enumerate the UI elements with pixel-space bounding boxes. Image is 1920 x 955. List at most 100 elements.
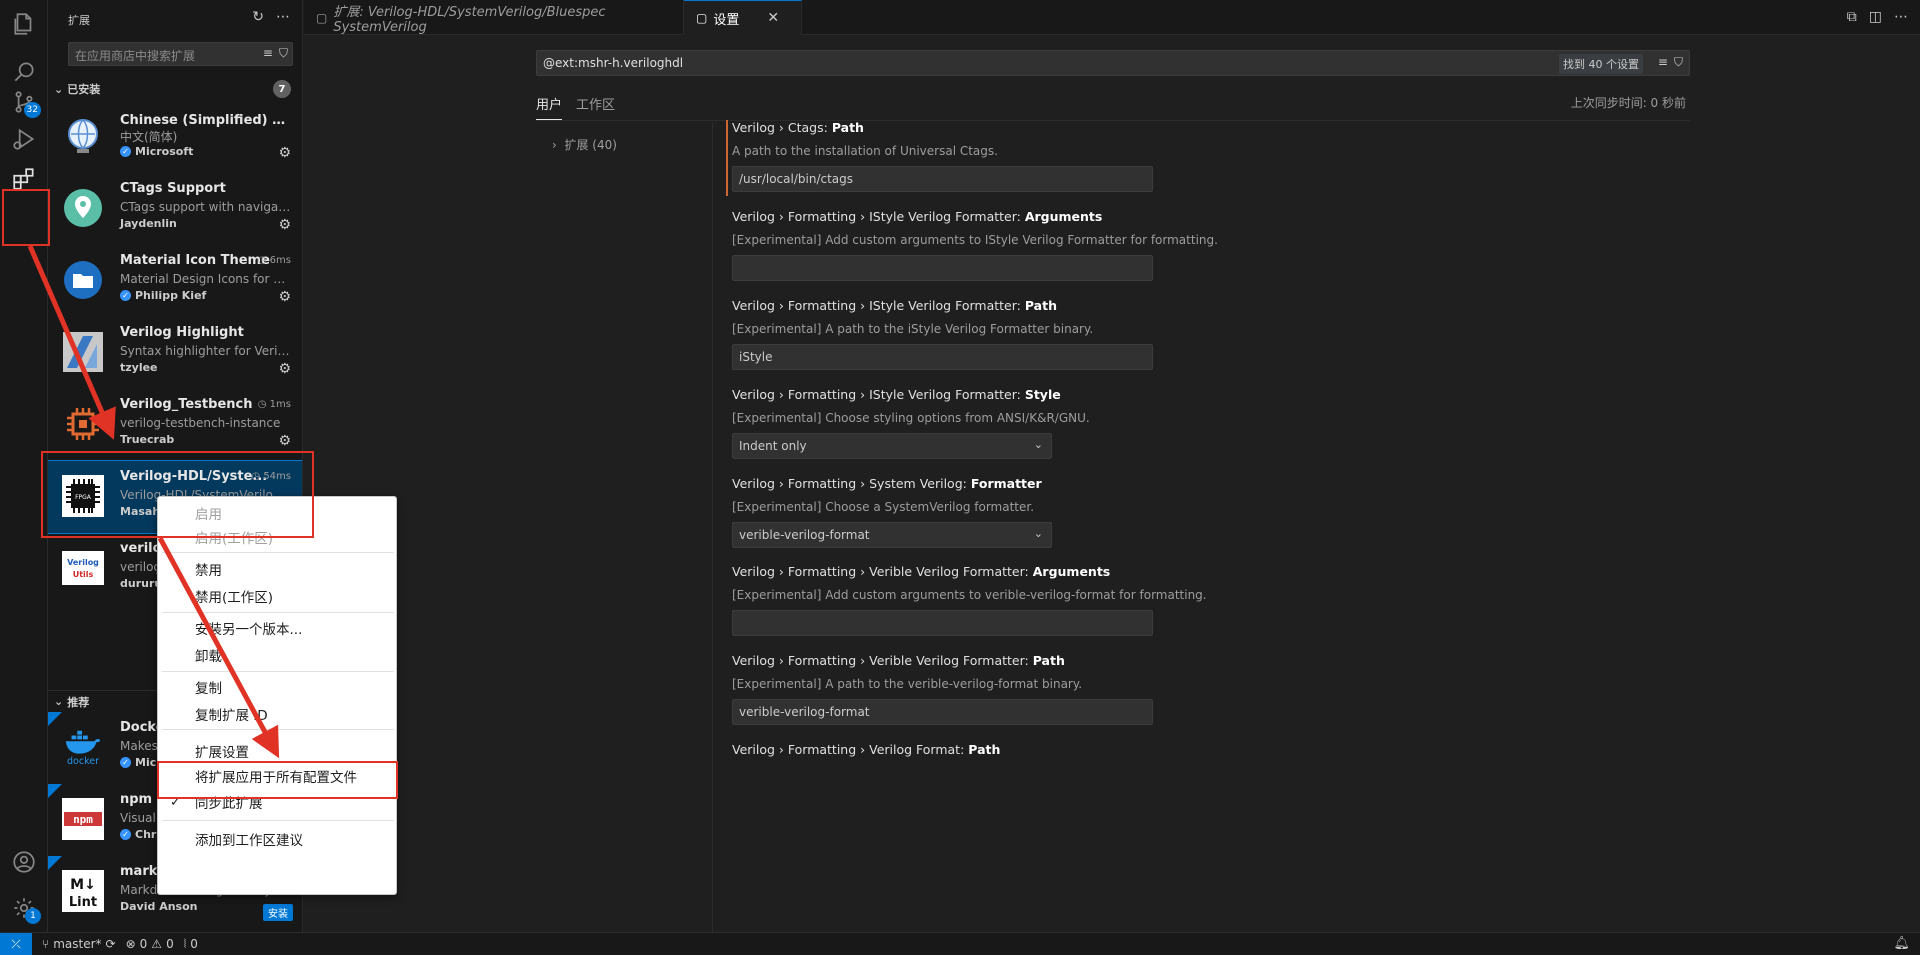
tab-workspace[interactable]: 工作区 [576,94,615,120]
extension-item-material-icon[interactable]: Material Icon Theme ◷ 6ms Material Desig… [48,245,302,317]
extension-name: Chinese (Simplified) (简体... [120,113,290,128]
ports-count: 0 [190,937,198,951]
timer-value: 1ms [269,399,291,410]
tab-settings[interactable]: ▢ 设置 ✕ [684,0,802,35]
setting-select[interactable]: verible-verilog-format ⌄ [732,522,1052,548]
setting-verilogformat-path: Verilog › Formatting › Verilog Format: P… [732,742,1492,757]
setting-key: Path [1024,298,1057,313]
open-settings-json-icon[interactable]: ⧉ [1847,9,1857,25]
activation-timer: ◷ 6ms [257,255,291,266]
extension-item-ctags[interactable]: CTags Support CTags support with navigat… [48,173,302,245]
svg-text:Utils: Utils [73,570,94,579]
setting-title: Verilog › Ctags: Path [732,120,1492,135]
menu-item-extension-settings[interactable]: 扩展设置 [158,739,398,763]
extension-desc: Syntax highlighter for Verilog [120,344,292,358]
sidebar-title: 扩展 [68,14,90,27]
split-editor-icon[interactable]: ◫ [1869,9,1882,25]
divider [712,122,713,932]
extension-gear-icon[interactable]: ⚙ [278,433,291,449]
setting-input[interactable] [732,255,1153,281]
extension-gear-icon[interactable]: ⚙ [278,145,291,161]
setting-key: Path [1032,653,1065,668]
verified-icon: ✓ [120,146,131,157]
installed-section-header[interactable]: ⌄ 已安装 7 [48,78,302,100]
setting-select[interactable]: Indent only ⌄ [732,433,1052,459]
extension-publisher: Jaydenlin [120,217,177,230]
clear-filter-icon[interactable]: ≡ [263,46,273,61]
timer-value: 6ms [269,255,291,266]
svg-text:M↓: M↓ [70,877,96,893]
preview-icon: ▢ [316,10,328,25]
npm-logo-icon: npm [62,798,104,840]
setting-desc: [Experimental] Choose a SystemVerilog fo… [732,500,1035,514]
extension-item-chinese[interactable]: Chinese (Simplified) (简体... 中文(简体) ✓ Micr… [48,101,302,173]
setting-prefix: Verilog › Formatting › IStyle Verilog Fo… [732,298,1025,313]
extensions-search-input[interactable]: 在应用商店中搜索扩展 ≡ ⛉ [68,42,293,66]
settings-scope-tabs: 用户 工作区 [536,94,615,120]
menu-item-add-workspace-recommendation[interactable]: 添加到工作区建议 [158,827,398,851]
settings-search-input[interactable]: @ext:mshr-h.veriloghdl 找到 40 个设置 ≡ ⛉ [536,50,1690,76]
publisher-name: Philipp Kief [135,289,207,302]
setting-verible-path: Verilog › Formatting › Verible Verilog F… [732,653,1492,725]
branch-indicator[interactable]: ⑂ master* ⟳ [42,937,116,951]
problems-indicator[interactable]: ⊗ 0 ⚠ 0 [126,937,174,951]
setting-input[interactable] [732,610,1153,636]
clear-search-icon[interactable]: ≡ [1658,55,1668,70]
refresh-icon[interactable]: ↻ [252,9,264,25]
docker-logo-icon: docker [62,726,104,768]
filter-icon[interactable]: ⛉ [1674,55,1683,70]
close-icon[interactable]: ✕ [767,10,779,26]
setting-input[interactable]: /usr/local/bin/ctags [732,166,1153,192]
settings-badge: 1 [25,908,41,924]
menu-item-disable-workspace[interactable]: 禁用(工作区) [158,584,398,608]
install-button[interactable]: 安装 [263,904,293,921]
tab-extension-verilog-hdl[interactable]: ▢ 扩展: Verilog-HDL/SystemVerilog/Bluespec… [304,0,684,35]
setting-prefix: Verilog › Formatting › Verible Verilog F… [732,653,1033,668]
manage-gear-icon[interactable]: 1 [0,884,48,932]
publisher-name: Microsoft [135,145,194,158]
editor-tab-bar: ▢ 扩展: Verilog-HDL/SystemVerilog/Bluespec… [304,0,1920,35]
menu-item-copy-extension-id[interactable]: 复制扩展 ID [158,702,398,726]
extension-publisher: David Anson [120,900,198,913]
recommended-star-icon [48,784,62,798]
account-icon[interactable] [0,838,48,886]
modified-indicator [726,120,728,196]
chevron-down-icon: ⌄ [54,82,64,96]
setting-desc: [Experimental] Choose styling options fr… [732,411,1090,425]
setting-desc: A path to the installation of Universal … [732,144,998,158]
menu-item-uninstall[interactable]: 卸载 [158,643,398,667]
chevron-down-icon: ⌄ [1033,527,1043,540]
setting-key: Path [968,742,1001,757]
extension-gear-icon[interactable]: ⚙ [278,289,291,305]
explorer-icon[interactable] [0,0,48,48]
extension-desc: Material Design Icons for Vis... [120,272,292,286]
extension-gear-icon[interactable]: ⚙ [278,217,291,233]
extension-gear-icon[interactable]: ⚙ [278,361,291,377]
recommended-star-icon [48,712,62,726]
branch-icon: ⑂ [42,937,50,951]
menu-item-copy[interactable]: 复制 [158,675,398,699]
filter-icon[interactable]: ⛉ [279,46,288,61]
ports-indicator[interactable]: ⦚ 0 [184,937,198,952]
setting-title: Verilog › Formatting › Verible Verilog F… [732,653,1492,668]
notifications-bell-icon[interactable]: 🔔︎ [1893,936,1910,951]
file-icon: ▢ [696,11,708,25]
toc-item-extensions[interactable]: › 扩展 (40) [552,136,617,153]
verilog-utils-logo-icon: Verilog Utils [62,547,104,589]
extension-item-verilog-highlight[interactable]: Verilog Highlight Syntax highlighter for… [48,317,302,389]
verified-icon: ✓ [120,757,131,768]
select-value: verible-verilog-format [739,528,870,542]
menu-item-install-another-version[interactable]: 安装另一个版本... [158,616,398,640]
tab-user[interactable]: 用户 [536,94,563,120]
setting-istyle-path: Verilog › Formatting › IStyle Verilog Fo… [732,298,1492,370]
setting-input[interactable]: iStyle [732,344,1153,370]
remote-icon[interactable]: ⤫ [0,932,32,955]
more-actions-icon[interactable]: ⋯ [1894,9,1908,25]
menu-separator [162,729,394,730]
setting-input[interactable]: verible-verilog-format [732,699,1153,725]
settings-editor: @ext:mshr-h.veriloghdl 找到 40 个设置 ≡ ⛉ 用户 … [304,36,1920,932]
sync-icon: ⟳ [105,937,116,951]
menu-item-disable[interactable]: 禁用 [158,557,398,581]
chip-icon [62,403,104,445]
more-actions-icon[interactable]: ⋯ [276,9,290,25]
